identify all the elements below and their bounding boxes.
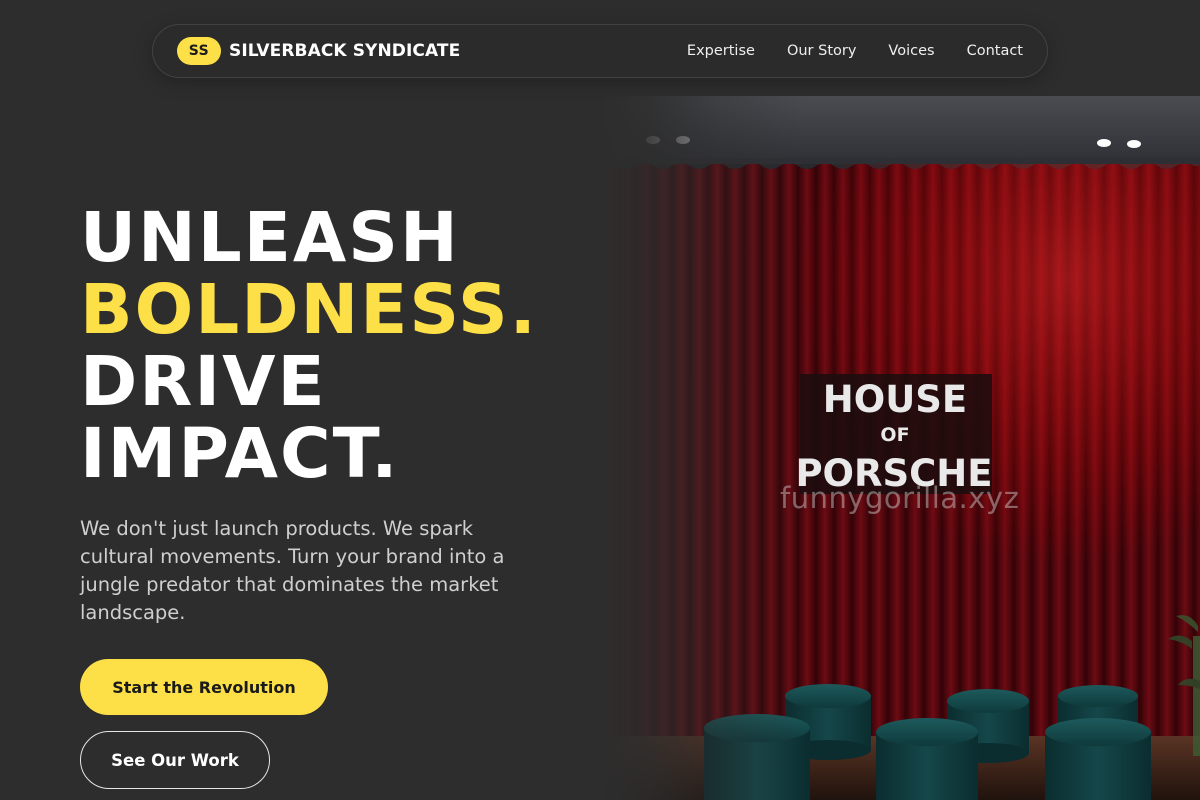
nav-link-voices[interactable]: Voices	[888, 43, 934, 59]
logo-badge: SS	[177, 37, 221, 65]
see-our-work-button[interactable]: See Our Work	[80, 731, 270, 789]
nav-link-our-story[interactable]: Our Story	[787, 43, 856, 59]
brand-logo-link[interactable]: SS SILVERBACK SYNDICATE	[177, 37, 460, 65]
brand-name: SILVERBACK SYNDICATE	[229, 41, 461, 61]
venue-photo: HOUSE OF PORSCHE	[600, 96, 1200, 800]
nav-link-contact[interactable]: Contact	[967, 43, 1023, 59]
top-navbar: SS SILVERBACK SYNDICATE Expertise Our St…	[152, 24, 1048, 78]
nav-link-expertise[interactable]: Expertise	[687, 43, 755, 59]
hero-image: HOUSE OF PORSCHE funnygorilla.xyz	[600, 96, 1200, 800]
start-revolution-button[interactable]: Start the Revolution	[80, 659, 328, 715]
hero-description: We don't just launch products. We spark …	[80, 517, 505, 624]
sign-text-house: HOUSE	[823, 378, 967, 421]
hero-headline: UNLEASH BOLDNESS. DRIVE IMPACT.	[80, 202, 538, 490]
headline-line-unleash: UNLEASH	[80, 198, 460, 278]
headline-line-boldness: BOLDNESS.	[80, 270, 538, 350]
headline-line-impact: IMPACT.	[80, 414, 400, 494]
sign-text-of: OF	[880, 424, 909, 446]
watermark-text: funnygorilla.xyz	[780, 481, 1020, 515]
headline-line-drive: DRIVE	[80, 342, 327, 422]
nav-links: Expertise Our Story Voices Contact	[655, 43, 1023, 59]
